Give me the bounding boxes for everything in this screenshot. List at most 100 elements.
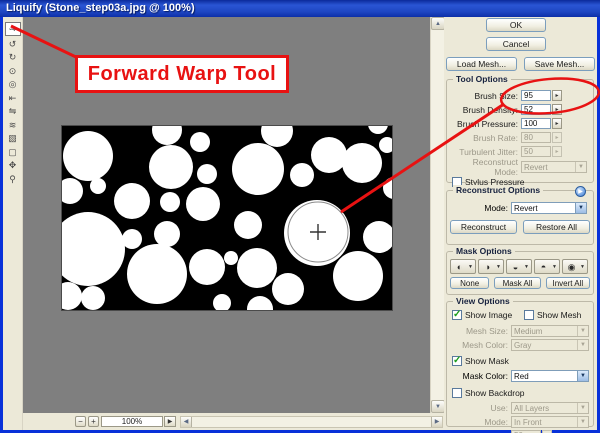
annotation-text: Forward Warp Tool	[88, 63, 277, 86]
vertical-scrollbar[interactable]: ▲ ▼	[430, 17, 444, 413]
add-to-selection-button[interactable]: ◑▼	[478, 259, 504, 274]
zoom-menu-button[interactable]: ▶	[164, 416, 176, 427]
zoom-level-display: 100%	[101, 416, 163, 427]
stepper-arrow-icon: ▸	[552, 132, 562, 143]
stepper-input: 50	[521, 146, 551, 157]
backdrop-mode-select: In Front ▼	[511, 416, 589, 428]
chevron-down-icon: ▼	[577, 326, 588, 336]
invert-all-button[interactable]: Invert All	[546, 277, 590, 289]
freeze-mask-tool[interactable]: ▧	[5, 132, 21, 144]
scroll-up-icon[interactable]: ▲	[431, 17, 445, 30]
stepper-arrow-icon[interactable]: ▸	[552, 118, 562, 129]
reconstruct-menu-icon[interactable]: ▶	[575, 186, 586, 197]
view-options-group: View Options Show Image Show Mesh Mesh S…	[446, 301, 594, 427]
subtract-from-selection-icon: ◒	[507, 260, 524, 274]
show-mesh-label: Show Mesh	[537, 310, 581, 320]
use-label: Use:	[451, 403, 511, 413]
show-image-label: Show Image	[465, 310, 512, 320]
stepper-input[interactable]: 52	[521, 104, 551, 115]
show-mesh-checkbox[interactable]	[524, 310, 534, 320]
subtract-from-selection-button[interactable]: ◒▼	[506, 259, 532, 274]
restore-all-button[interactable]: Restore All	[523, 220, 590, 234]
hand-tool[interactable]: ✥	[5, 159, 21, 171]
tool-palette: ⇝ ↺↻ ⊙◎ ⇤⇋ ≋▧ ▢✥ ⚲	[3, 17, 23, 430]
scroll-down-icon[interactable]: ▼	[431, 400, 445, 413]
scroll-right-icon[interactable]: ▶	[431, 417, 442, 427]
mirror-tool[interactable]: ⇋	[5, 105, 21, 117]
chevron-down-icon: ▼	[577, 417, 588, 427]
group-title: Tool Options	[453, 74, 511, 84]
liquify-dialog: Liquify (Stone_step03a.jpg @ 100%) ⇝ ↺↻ ⊙◎…	[0, 0, 600, 433]
stepper-arrow-icon[interactable]: ▸	[552, 90, 562, 101]
twirl-clockwise-tool[interactable]: ↻	[5, 51, 21, 63]
show-backdrop-checkbox[interactable]	[452, 388, 462, 398]
stepper-row: Brush Pressure:100▸	[447, 117, 593, 130]
options-panel: OK Cancel Load Mesh... Save Mesh... Tool…	[444, 17, 597, 430]
group-title: Reconstruct Options	[453, 185, 543, 195]
intersect-with-selection-button[interactable]: ◓▼	[534, 259, 560, 274]
show-image-row: Show Image	[452, 310, 524, 320]
stepper-arrow-icon[interactable]: ▸	[552, 104, 562, 115]
zoom-tool[interactable]: ⚲	[5, 173, 21, 185]
stepper-label: Turbulent Jitter:	[447, 147, 521, 157]
mask-color-select[interactable]: Red ▼	[511, 370, 589, 382]
thaw-mask-tool[interactable]: ▢	[5, 146, 21, 158]
horizontal-scrollbar[interactable]: ◀ ▶	[180, 416, 443, 428]
show-mask-label: Show Mask	[465, 356, 509, 366]
mask-none-button[interactable]: None	[450, 277, 489, 289]
reconstruct-mode-dropdown[interactable]: Revert ▼	[511, 202, 587, 214]
window-title: Liquify (Stone_step03a.jpg @ 100%)	[6, 2, 195, 14]
reconstruct-tool[interactable]: ↺	[5, 38, 21, 50]
push-left-tool[interactable]: ⇤	[5, 92, 21, 104]
chevron-down-icon: ▼	[575, 162, 586, 172]
chevron-down-icon: ▼	[580, 260, 587, 274]
intersect-with-selection-icon: ◓	[535, 260, 552, 274]
stepper-input[interactable]: 100	[521, 118, 551, 129]
mesh-size-label: Mesh Size:	[451, 326, 511, 336]
show-mesh-row: Show Mesh	[524, 310, 581, 320]
stepper-label: Brush Rate:	[447, 133, 521, 143]
chevron-down-icon: ▼	[577, 371, 588, 381]
titlebar[interactable]: Liquify (Stone_step03a.jpg @ 100%)	[0, 0, 600, 17]
stepper-label: Brush Size:	[447, 91, 521, 101]
ok-button[interactable]: OK	[486, 18, 546, 32]
invert-selection-icon: ◉	[563, 260, 580, 274]
status-bar: − + 100% ▶ ◀ ▶	[23, 413, 430, 430]
reconstruct-button[interactable]: Reconstruct	[450, 220, 517, 234]
show-mask-checkbox[interactable]	[452, 356, 462, 366]
invert-selection-button[interactable]: ◉▼	[562, 259, 588, 274]
group-title: Mask Options	[453, 246, 515, 256]
pucker-tool[interactable]: ⊙	[5, 65, 21, 77]
scroll-left-icon[interactable]: ◀	[181, 417, 192, 427]
stepper-label: Brush Density:	[447, 105, 521, 115]
stepper-input[interactable]: 95	[521, 90, 551, 101]
reconstruct-options-group: Reconstruct Options ▶ Mode: Revert ▼ Rec…	[446, 190, 594, 245]
zoom-in-button[interactable]: +	[88, 416, 99, 427]
chevron-down-icon: ▼	[577, 403, 588, 413]
chevron-down-icon: ▼	[577, 340, 588, 350]
turbulence-tool[interactable]: ≋	[5, 119, 21, 131]
show-backdrop-label: Show Backdrop	[465, 388, 525, 398]
save-mesh-button[interactable]: Save Mesh...	[524, 57, 595, 71]
mesh-color-label: Mesh Color:	[451, 340, 511, 350]
replace-selection-icon: ◐	[451, 260, 468, 274]
stepper-row: Brush Size:95▸	[447, 89, 593, 102]
mask-all-button[interactable]: Mask All	[494, 277, 540, 289]
preview-image[interactable]	[62, 126, 392, 310]
zoom-out-button[interactable]: −	[75, 416, 86, 427]
mode-label: Mode:	[451, 203, 511, 213]
forward-warp-tool[interactable]: ⇝	[5, 22, 21, 36]
show-image-checkbox[interactable]	[452, 310, 462, 320]
bloat-tool[interactable]: ◎	[5, 78, 21, 90]
stepper-arrow-icon: ▸	[552, 146, 562, 157]
chevron-down-icon: ▼	[496, 260, 503, 274]
backdrop-mode-label: Mode:	[451, 417, 511, 427]
show-backdrop-row: Show Backdrop	[452, 388, 593, 398]
stepper-input: 80	[521, 132, 551, 143]
stepper-label: Brush Pressure:	[447, 119, 521, 129]
cancel-button[interactable]: Cancel	[486, 37, 546, 51]
tool-options-group: Tool Options Brush Size:95▸Brush Density…	[446, 79, 594, 183]
mask-color-label: Mask Color:	[451, 371, 511, 381]
load-mesh-button[interactable]: Load Mesh...	[446, 57, 517, 71]
replace-selection-button[interactable]: ◐▼	[450, 259, 476, 274]
